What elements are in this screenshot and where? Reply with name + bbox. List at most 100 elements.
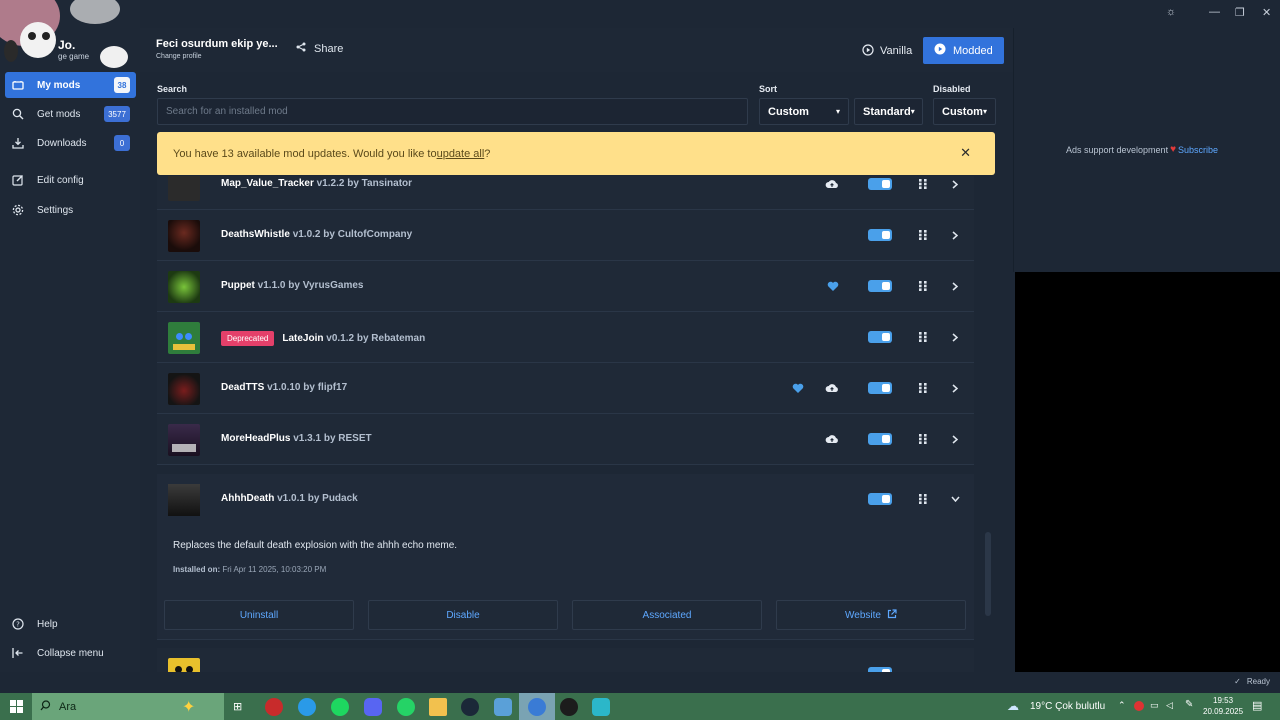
modded-button[interactable]: Modded — [923, 37, 1004, 64]
mod-thumbnail — [168, 658, 200, 672]
share-button[interactable]: Share — [296, 42, 343, 55]
uninstall-button[interactable]: Uninstall — [164, 600, 354, 630]
spotify-icon[interactable] — [331, 698, 349, 716]
list-item[interactable]: DeadTTS v1.0.10 by flipf17 — [157, 363, 974, 414]
list-item[interactable]: Deprecated LateJoin v0.1.2 by Rebateman — [157, 312, 974, 363]
chevron-right-icon[interactable] — [945, 225, 965, 245]
mods-count-badge: 38 — [114, 77, 130, 93]
drag-handle-icon[interactable] — [913, 176, 933, 194]
edge-icon[interactable] — [298, 698, 316, 716]
notification-icon[interactable]: ▤ — [1252, 699, 1262, 712]
close-window-icon[interactable]: ✕ — [1262, 6, 1271, 19]
maximize-icon[interactable]: ❐ — [1235, 6, 1245, 19]
update-icon[interactable] — [822, 176, 842, 194]
associated-button[interactable]: Associated — [572, 600, 762, 630]
discord-icon[interactable] — [364, 698, 382, 716]
sort-direction-select[interactable]: Standard ▾ — [854, 98, 923, 125]
drag-handle-icon[interactable] — [913, 429, 933, 449]
drag-handle-icon[interactable] — [913, 327, 933, 347]
drag-handle-icon[interactable] — [913, 276, 933, 296]
enable-toggle[interactable] — [868, 280, 892, 292]
chevron-right-icon[interactable] — [945, 378, 965, 398]
close-banner-icon[interactable]: ✕ — [960, 145, 971, 161]
mod-thumbnail — [168, 424, 200, 456]
sort-label: Sort — [759, 84, 777, 94]
banner-end: ? — [484, 147, 491, 160]
search-input[interactable]: Search for an installed mod — [157, 98, 748, 125]
profile-title[interactable]: Feci osurdum ekip ye... — [156, 38, 278, 50]
weather-text[interactable]: 19°C Çok bulutlu — [1030, 701, 1105, 712]
sidebar-item-help[interactable]: ? Help — [5, 611, 136, 637]
list-scrollbar[interactable] — [985, 532, 991, 616]
change-profile-link[interactable]: Change profile — [156, 53, 202, 60]
taskbar-search[interactable]: Ara ✦ — [32, 693, 224, 720]
chevron-down-icon: ▾ — [835, 107, 840, 116]
mods-icon — [5, 80, 31, 91]
enable-toggle[interactable] — [868, 433, 892, 445]
search-icon — [5, 108, 31, 120]
drag-handle-icon[interactable] — [913, 225, 933, 245]
volume-icon[interactable]: ◁ — [1166, 700, 1173, 711]
app-icon-game[interactable] — [265, 698, 283, 716]
update-icon[interactable] — [822, 429, 842, 449]
steam-icon[interactable] — [461, 698, 479, 716]
app-icon-dark[interactable] — [560, 698, 578, 716]
enable-toggle[interactable] — [868, 382, 892, 394]
chevron-right-icon[interactable] — [945, 327, 965, 347]
mod-name: DeadTTS — [221, 382, 265, 393]
list-item[interactable]: Map_Value_Tracker v1.2.2 by Tansinator — [157, 176, 974, 210]
list-item[interactable] — [157, 648, 974, 672]
mod-title[interactable]: AhhhDeath v1.0.1 by Pudack — [221, 493, 358, 504]
disable-button[interactable]: Disable — [368, 600, 558, 630]
sidebar-item-my-mods[interactable]: My mods 38 — [5, 72, 136, 98]
enable-toggle[interactable] — [868, 229, 892, 241]
website-button[interactable]: Website — [776, 600, 966, 630]
task-view-icon[interactable]: ⊞ — [233, 700, 242, 713]
mod-manager-icon[interactable] — [528, 698, 546, 716]
sort-select[interactable]: Custom ▾ — [759, 98, 849, 125]
enable-toggle[interactable] — [868, 493, 892, 505]
enable-toggle[interactable] — [868, 331, 892, 343]
drag-handle-icon[interactable] — [913, 378, 933, 398]
list-item[interactable]: MoreHeadPlus v1.3.1 by RESET — [157, 414, 974, 465]
update-all-link[interactable]: update all — [437, 148, 485, 160]
update-banner: You have 13 available mod updates. Would… — [157, 132, 995, 175]
update-icon[interactable] — [822, 378, 842, 398]
subscribe-link[interactable]: Subscribe — [1178, 145, 1218, 155]
website-label: Website — [845, 609, 881, 621]
list-item[interactable]: Puppet v1.1.0 by VyrusGames — [157, 261, 974, 312]
sort-direction-value: Standard — [863, 105, 911, 118]
heart-icon[interactable] — [788, 378, 808, 398]
whatsapp-icon[interactable] — [397, 698, 415, 716]
chevron-right-icon[interactable] — [945, 176, 965, 194]
tray-chevron-icon[interactable]: ⌃ — [1118, 700, 1126, 711]
downloads-count-badge: 0 — [114, 135, 130, 151]
vanilla-button[interactable]: Vanilla — [854, 38, 920, 64]
chevron-right-icon[interactable] — [945, 429, 965, 449]
network-icon[interactable]: ▭ — [1150, 700, 1159, 711]
enable-toggle[interactable] — [868, 178, 892, 190]
sidebar-item-downloads[interactable]: Downloads 0 — [5, 130, 136, 156]
minimize-icon[interactable]: — — [1209, 6, 1220, 18]
sidebar-item-settings[interactable]: Settings — [5, 197, 136, 223]
search-icon — [40, 699, 51, 714]
pen-icon[interactable]: ✎ — [1185, 699, 1193, 710]
disabled-select[interactable]: Custom ▾ — [933, 98, 996, 125]
list-item[interactable]: DeathsWhistle v1.0.2 by CultofCompany — [157, 210, 974, 261]
app-icon-cyan[interactable] — [592, 698, 610, 716]
chevron-right-icon[interactable] — [945, 276, 965, 296]
sidebar-item-collapse[interactable]: Collapse menu — [5, 640, 136, 666]
heart-icon[interactable] — [823, 276, 843, 296]
chevron-down-icon[interactable] — [945, 489, 965, 509]
windows-start-icon[interactable] — [10, 700, 23, 718]
clock[interactable]: 19:53 20.09.2025 — [1203, 695, 1243, 717]
sidebar-item-get-mods[interactable]: Get mods 3577 — [5, 101, 136, 127]
file-explorer-icon[interactable] — [429, 698, 447, 716]
tray-app-icon[interactable] — [1134, 701, 1144, 711]
sidebar-item-label: Get mods — [37, 108, 81, 120]
theme-icon[interactable]: ☼ — [1166, 6, 1176, 18]
app-icon-blue[interactable] — [494, 698, 512, 716]
drag-handle-icon[interactable] — [913, 489, 933, 509]
sidebar-item-edit-config[interactable]: Edit config — [5, 167, 136, 193]
sidebar-item-label: Help — [37, 618, 58, 630]
